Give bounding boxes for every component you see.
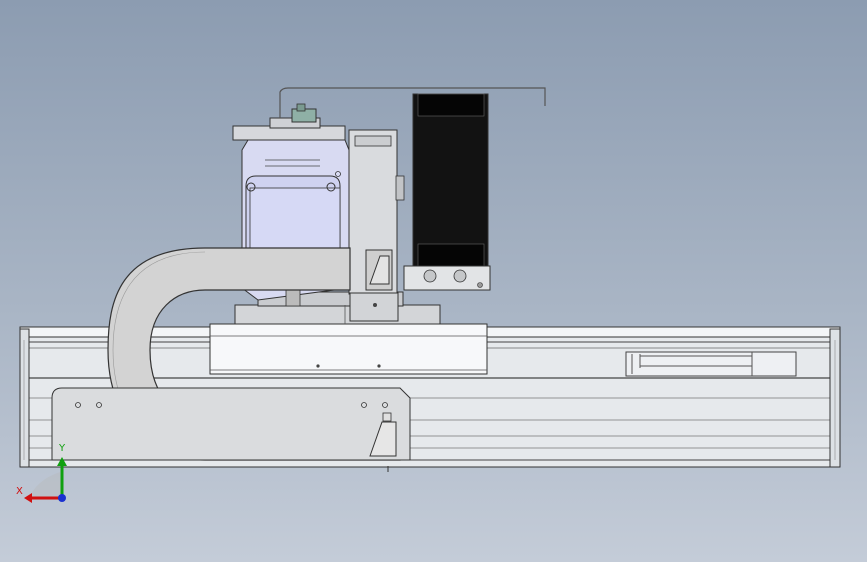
cad-viewport[interactable]: X Y [0, 0, 867, 562]
cad-model-view[interactable] [0, 0, 867, 562]
motor-bracket [348, 129, 405, 322]
carriage-table[interactable] [209, 323, 488, 375]
rail-sensor-slot [625, 351, 797, 377]
axis-x-label: X [16, 486, 23, 497]
chain-end-block [51, 387, 411, 472]
axis-y-label: Y [59, 443, 66, 454]
